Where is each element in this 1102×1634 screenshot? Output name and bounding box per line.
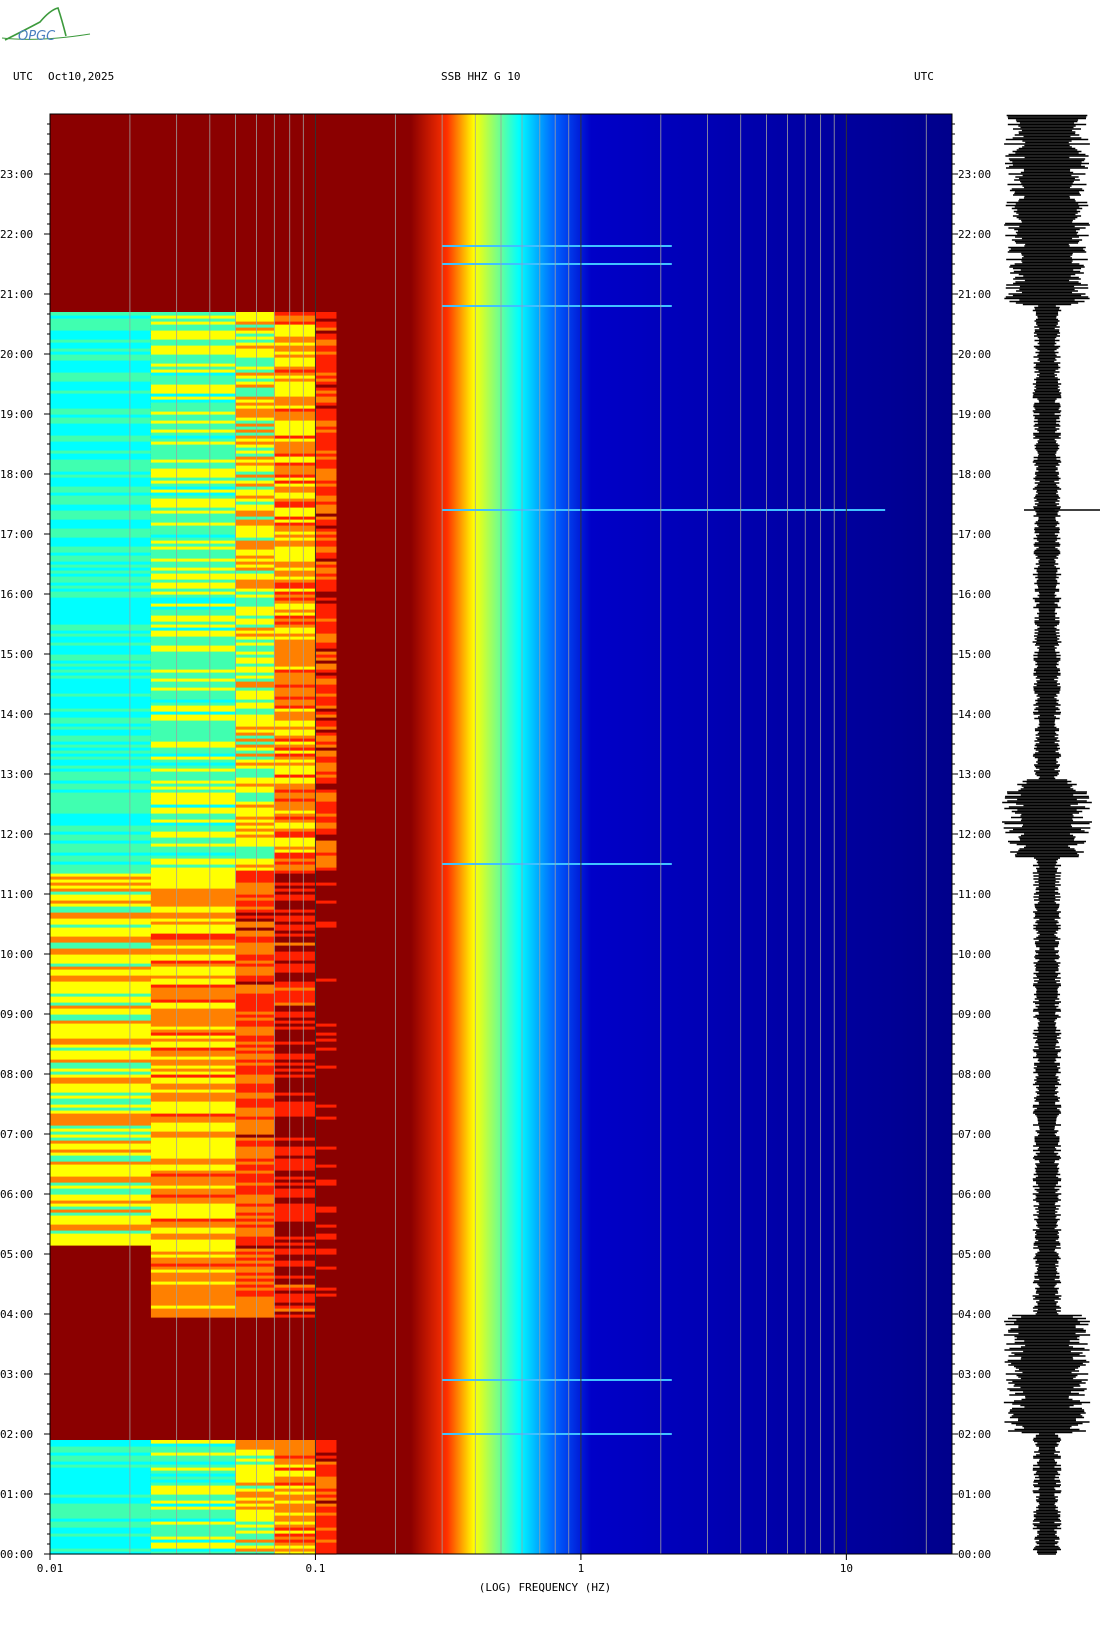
seismogram-trace xyxy=(1002,114,1100,1555)
